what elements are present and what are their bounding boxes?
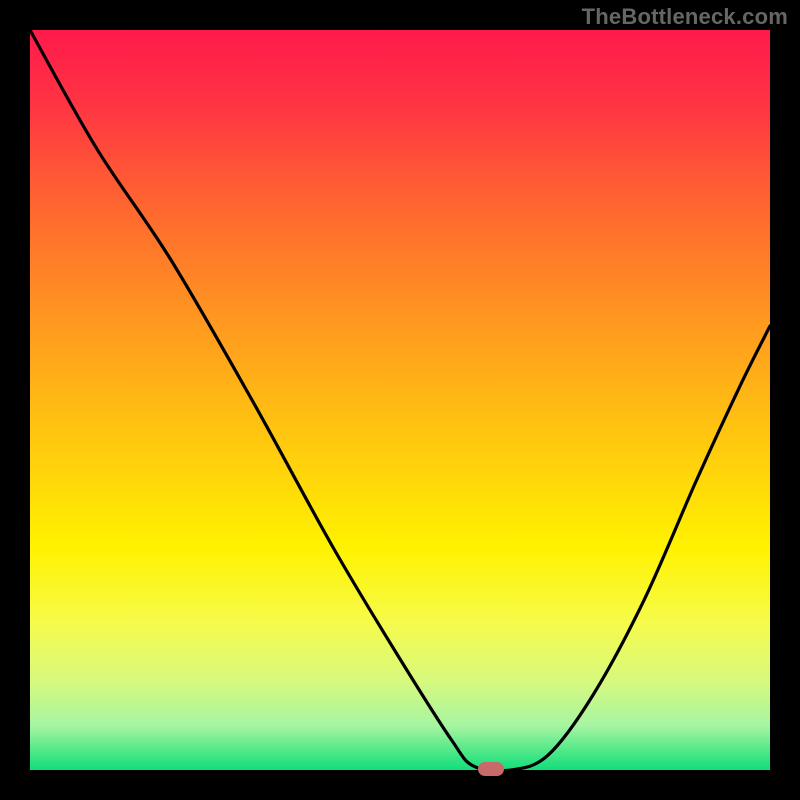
bottleneck-chart bbox=[30, 30, 770, 770]
plot-area bbox=[30, 30, 770, 770]
optimal-marker bbox=[478, 762, 504, 776]
watermark-text: TheBottleneck.com bbox=[582, 4, 788, 30]
